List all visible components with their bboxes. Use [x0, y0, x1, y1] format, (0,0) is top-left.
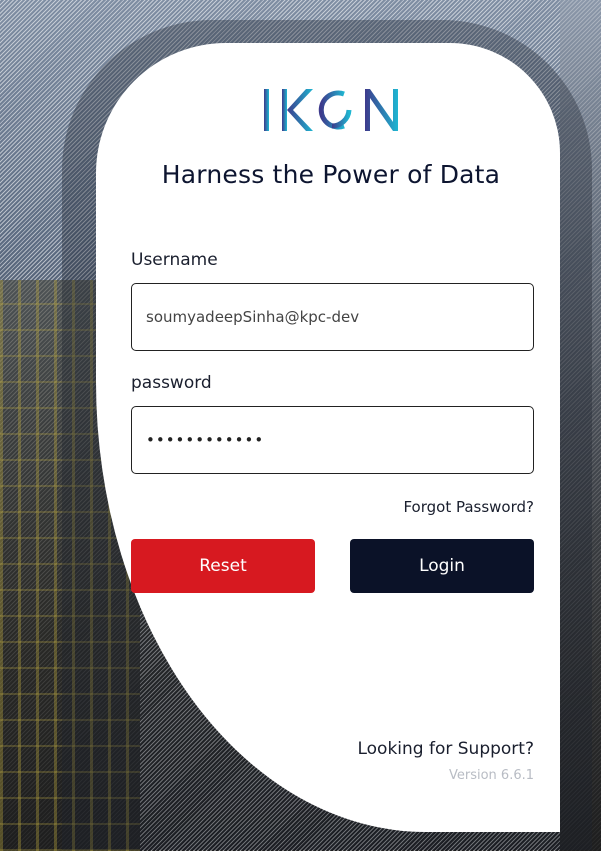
- username-label: Username: [131, 250, 218, 270]
- forgot-password-link[interactable]: Forgot Password?: [340, 498, 534, 516]
- username-input[interactable]: [131, 283, 534, 351]
- page-title: Harness the Power of Data: [161, 160, 501, 189]
- password-label: password: [131, 373, 212, 393]
- password-input[interactable]: [131, 406, 534, 474]
- support-link[interactable]: Looking for Support?: [300, 739, 534, 759]
- login-button[interactable]: Login: [350, 539, 534, 593]
- version-label: Version 6.6.1: [448, 768, 534, 783]
- reset-button[interactable]: Reset: [131, 539, 315, 593]
- ikon-logo: [264, 89, 398, 131]
